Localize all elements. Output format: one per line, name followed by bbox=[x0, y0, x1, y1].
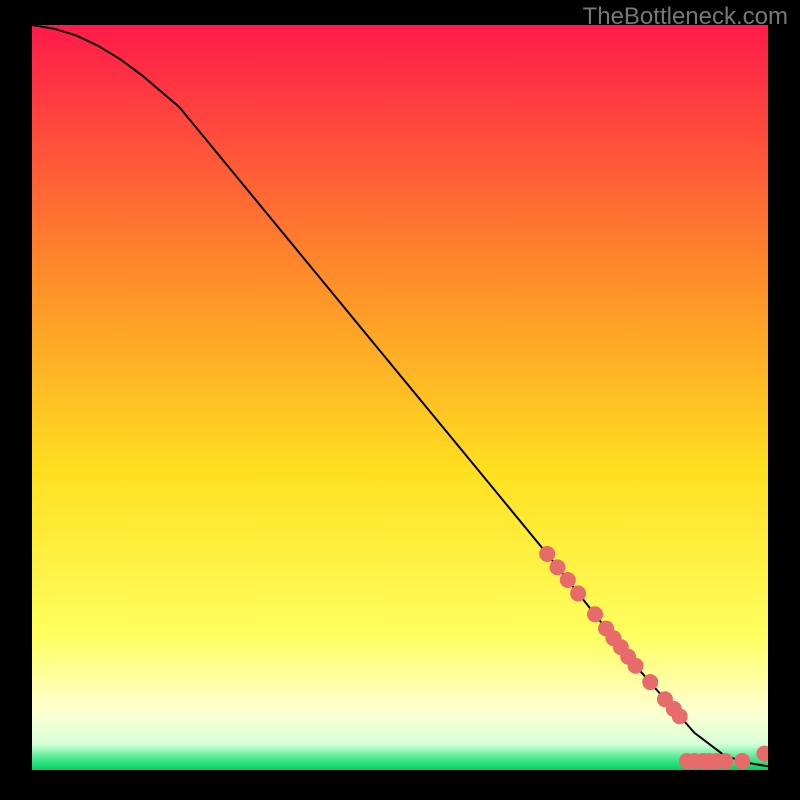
chart-svg bbox=[32, 25, 768, 770]
data-point bbox=[587, 606, 603, 622]
attribution-link[interactable]: TheBottleneck.com bbox=[583, 3, 788, 31]
data-point bbox=[550, 559, 566, 575]
data-point bbox=[734, 753, 750, 769]
data-point bbox=[539, 546, 555, 562]
chart-container: TheBottleneck.com bbox=[0, 0, 800, 800]
data-point bbox=[717, 753, 733, 769]
data-point bbox=[672, 708, 688, 724]
data-point bbox=[560, 572, 576, 588]
data-point bbox=[628, 658, 644, 674]
plot-area bbox=[32, 25, 768, 770]
data-point bbox=[642, 674, 658, 690]
data-point bbox=[570, 585, 586, 601]
heatmap-background bbox=[32, 25, 768, 770]
